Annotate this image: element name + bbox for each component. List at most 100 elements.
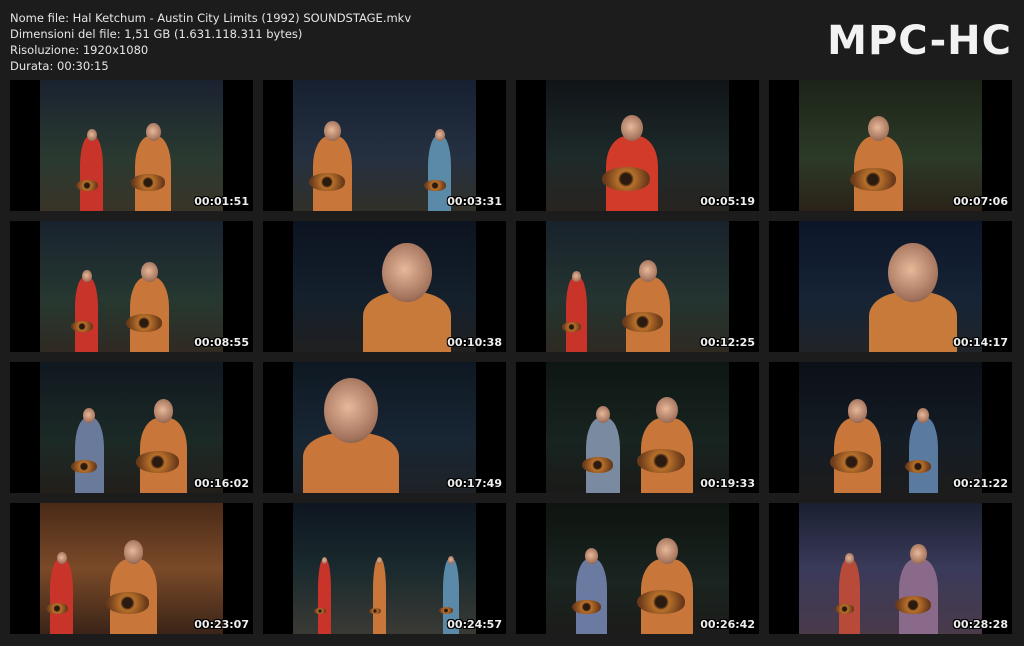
thumbnail-tile: 00:08:55 bbox=[10, 221, 253, 352]
performer-head bbox=[56, 552, 67, 564]
thumbnail-tile: 00:28:28 bbox=[769, 503, 1012, 634]
performer-head bbox=[81, 270, 92, 282]
timestamp-label: 00:05:19 bbox=[700, 195, 755, 208]
timestamp-label: 00:21:22 bbox=[953, 477, 1008, 490]
thumbnail-tile: 00:07:06 bbox=[769, 80, 1012, 211]
guitar bbox=[131, 174, 165, 191]
video-frame bbox=[293, 362, 476, 493]
performer-figure bbox=[909, 418, 938, 493]
video-frame bbox=[546, 221, 729, 352]
file-name-line: Nome file: Hal Ketchum - Austin City Lim… bbox=[10, 11, 412, 25]
thumbnail-tile: 00:01:51 bbox=[10, 80, 253, 211]
frame-background bbox=[799, 362, 982, 493]
guitar bbox=[71, 321, 93, 332]
video-frame bbox=[293, 80, 476, 211]
performer-head bbox=[434, 129, 445, 141]
guitar bbox=[562, 322, 582, 332]
guitar bbox=[369, 608, 381, 614]
frame-background bbox=[40, 362, 223, 493]
thumbnail-tile: 00:26:42 bbox=[516, 503, 759, 634]
performer-head bbox=[845, 553, 854, 564]
frame-background bbox=[546, 503, 729, 634]
performer-head bbox=[123, 540, 144, 564]
timestamp-label: 00:12:25 bbox=[700, 336, 755, 349]
guitar bbox=[439, 606, 454, 614]
guitar bbox=[46, 603, 68, 614]
timestamp-label: 00:19:33 bbox=[700, 477, 755, 490]
timestamp-label: 00:07:06 bbox=[953, 195, 1008, 208]
performer-head bbox=[447, 556, 455, 564]
timestamp-label: 00:01:51 bbox=[194, 195, 249, 208]
timestamp-label: 00:26:42 bbox=[700, 618, 755, 631]
mpc-hc-logo: MPC-HC bbox=[827, 18, 1012, 64]
timestamp-label: 00:14:17 bbox=[953, 336, 1008, 349]
guitar bbox=[622, 311, 663, 332]
thumbnail-tile: 00:05:19 bbox=[516, 80, 759, 211]
thumbnail-tile: 00:17:49 bbox=[263, 362, 506, 493]
timestamp-label: 00:16:02 bbox=[194, 477, 249, 490]
performer-head bbox=[572, 271, 581, 282]
guitar bbox=[905, 459, 932, 473]
guitar bbox=[637, 449, 685, 473]
video-frame bbox=[40, 362, 223, 493]
thumbnail-tile: 00:12:25 bbox=[516, 221, 759, 352]
performer-head bbox=[847, 399, 868, 423]
video-frame bbox=[799, 362, 982, 493]
performer-head bbox=[656, 396, 678, 423]
video-frame bbox=[293, 221, 476, 352]
duration-line: Durata: 00:30:15 bbox=[10, 59, 109, 73]
video-frame bbox=[40, 221, 223, 352]
video-frame bbox=[40, 80, 223, 211]
timestamp-label: 00:03:31 bbox=[447, 195, 502, 208]
frame-background bbox=[40, 80, 223, 211]
file-info-panel: Nome file: Hal Ketchum - Austin City Lim… bbox=[10, 10, 411, 74]
guitar bbox=[71, 459, 98, 473]
file-size-line: Dimensioni del file: 1,51 GB (1.631.118.… bbox=[10, 27, 303, 41]
performer-head bbox=[910, 544, 927, 564]
video-frame bbox=[799, 221, 982, 352]
performer-head bbox=[153, 399, 174, 423]
thumbnail-tile: 00:24:57 bbox=[263, 503, 506, 634]
thumbnail-tile: 00:14:17 bbox=[769, 221, 1012, 352]
timestamp-label: 00:17:49 bbox=[447, 477, 502, 490]
guitar bbox=[637, 590, 685, 614]
guitar bbox=[76, 180, 98, 191]
performer-head bbox=[595, 405, 611, 423]
performer-head bbox=[888, 242, 938, 302]
guitar bbox=[572, 599, 601, 614]
video-frame bbox=[799, 503, 982, 634]
thumbnail-tile: 00:21:22 bbox=[769, 362, 1012, 493]
performer-figure bbox=[576, 559, 608, 634]
frame-background bbox=[546, 362, 729, 493]
guitar bbox=[582, 457, 614, 473]
video-frame bbox=[799, 80, 982, 211]
guitar bbox=[895, 596, 931, 614]
thumbnail-tile: 00:03:31 bbox=[263, 80, 506, 211]
video-frame bbox=[40, 503, 223, 634]
guitar bbox=[850, 168, 896, 191]
performer-head bbox=[621, 114, 643, 141]
thumbnail-tile: 00:23:07 bbox=[10, 503, 253, 634]
performer-head bbox=[145, 122, 161, 141]
timestamp-label: 00:08:55 bbox=[194, 336, 249, 349]
performer-head bbox=[868, 115, 890, 141]
thumbnail-tile: 00:16:02 bbox=[10, 362, 253, 493]
performer-figure bbox=[839, 559, 860, 634]
video-frame bbox=[546, 503, 729, 634]
video-frame bbox=[546, 80, 729, 211]
performer-figure bbox=[75, 277, 99, 352]
guitar bbox=[309, 173, 345, 191]
performer-head bbox=[656, 537, 678, 564]
frame-background bbox=[799, 503, 982, 634]
performer-head bbox=[324, 378, 378, 443]
resolution-line: Risoluzione: 1920x1080 bbox=[10, 43, 149, 57]
timestamp-label: 00:10:38 bbox=[447, 336, 502, 349]
timestamp-label: 00:28:28 bbox=[953, 618, 1008, 631]
timestamp-label: 00:24:57 bbox=[447, 618, 502, 631]
guitar bbox=[835, 604, 855, 614]
guitar bbox=[424, 180, 446, 191]
performer-head bbox=[141, 262, 158, 282]
performer-figure bbox=[318, 559, 331, 634]
video-frame bbox=[546, 362, 729, 493]
guitar bbox=[106, 592, 150, 614]
